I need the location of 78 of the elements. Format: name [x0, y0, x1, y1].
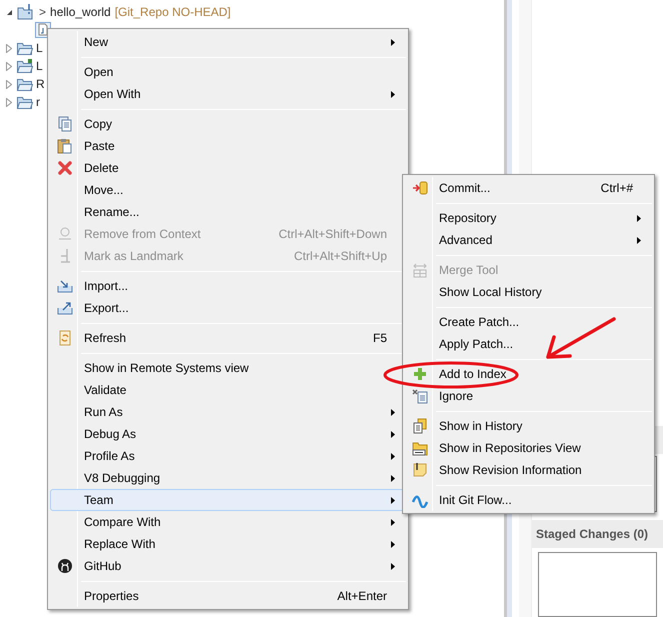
menu-item[interactable]: Show Revision Information: [405, 459, 652, 481]
import-icon: [57, 278, 73, 294]
collapsed-arrow-icon[interactable]: [6, 98, 12, 106]
submenu-arrow-icon: [391, 474, 395, 482]
menu-item[interactable]: Open: [50, 61, 406, 83]
menu-item[interactable]: Advanced: [405, 229, 652, 251]
paste-icon: [57, 138, 73, 154]
project-name[interactable]: hello_world: [50, 3, 111, 21]
ignore-icon: [412, 388, 428, 404]
folder-icon: [17, 77, 33, 91]
commit-icon: [412, 180, 428, 196]
menu-item[interactable]: Copy: [50, 113, 406, 135]
menu-item[interactable]: Properties Alt+Enter: [50, 585, 406, 607]
menu-item[interactable]: Profile As: [50, 445, 406, 467]
history-icon: [412, 418, 428, 434]
menu-item[interactable]: Repository: [405, 207, 652, 229]
project-icon: [17, 4, 35, 20]
menu-item[interactable]: V8 Debugging: [50, 467, 406, 489]
menu-item[interactable]: Delete: [50, 157, 406, 179]
collapsed-arrow-icon[interactable]: [6, 80, 12, 88]
menu-item[interactable]: Apply Patch...: [405, 333, 652, 355]
submenu-arrow-icon: [391, 496, 395, 504]
project-name[interactable]: R: [36, 75, 45, 93]
delete-icon: [57, 160, 73, 176]
expanded-arrow-icon[interactable]: [6, 8, 13, 16]
merge-tool-icon: [412, 262, 428, 278]
note-icon: [412, 462, 428, 478]
menu-item[interactable]: Create Patch...: [405, 311, 652, 333]
menu-item[interactable]: Show Local History: [405, 281, 652, 303]
github-icon: [57, 558, 73, 574]
menu-item[interactable]: Init Git Flow...: [405, 489, 652, 511]
submenu-arrow-icon: [391, 90, 395, 98]
menu-item[interactable]: Move...: [50, 179, 406, 201]
submenu-arrow-icon: [637, 214, 641, 222]
menu-item[interactable]: Open With: [50, 83, 406, 105]
menu-item[interactable]: Add to Index: [405, 363, 652, 385]
project-folder-icon: [17, 59, 33, 73]
project-name[interactable]: r: [36, 93, 40, 111]
project-name[interactable]: L: [36, 57, 43, 75]
menu-item[interactable]: Rename...: [50, 201, 406, 223]
submenu-arrow-icon: [391, 38, 395, 46]
menu-item[interactable]: Commit... Ctrl+#: [405, 177, 652, 199]
project-name[interactable]: L: [36, 39, 43, 57]
menu-item[interactable]: GitHub: [50, 555, 406, 577]
copy-icon: [57, 116, 73, 132]
folder-icon: [17, 95, 33, 109]
context-remove-icon: [57, 226, 73, 242]
git-folder-icon: [412, 440, 428, 456]
menu-item[interactable]: Debug As: [50, 423, 406, 445]
menu-item[interactable]: Import...: [50, 275, 406, 297]
submenu-arrow-icon: [391, 430, 395, 438]
submenu-arrow-icon: [637, 236, 641, 244]
export-icon: [57, 300, 73, 316]
menu-item[interactable]: Replace With: [50, 533, 406, 555]
plus-icon: [412, 366, 428, 382]
menu-item[interactable]: Paste: [50, 135, 406, 157]
menu-item[interactable]: Export...: [50, 297, 406, 319]
folder-icon: [17, 41, 33, 55]
menu-item[interactable]: Validate: [50, 379, 406, 401]
menu-item[interactable]: Run As: [50, 401, 406, 423]
menu-item[interactable]: Show in Remote Systems view: [50, 357, 406, 379]
submenu-arrow-icon: [391, 540, 395, 548]
repo-label: [Git_Repo NO-HEAD]: [114, 4, 231, 21]
collapsed-arrow-icon[interactable]: [6, 62, 12, 70]
submenu-arrow-icon: [391, 518, 395, 526]
menu-item[interactable]: Show in History: [405, 415, 652, 437]
menu-item[interactable]: Refresh F5: [50, 327, 406, 349]
menu-item[interactable]: New: [50, 31, 406, 53]
tree-arrow: >: [39, 4, 46, 21]
submenu-arrow-icon: [391, 562, 395, 570]
refresh-icon: [57, 330, 73, 346]
collapsed-arrow-icon[interactable]: [6, 44, 12, 52]
menu-item[interactable]: Compare With: [50, 511, 406, 533]
menu-item[interactable]: Ignore: [405, 385, 652, 407]
submenu-arrow-icon: [391, 452, 395, 460]
menu-item[interactable]: Show in Repositories View: [405, 437, 652, 459]
section-header: Staged Changes (0): [532, 520, 663, 548]
submenu-arrow-icon: [391, 408, 395, 416]
